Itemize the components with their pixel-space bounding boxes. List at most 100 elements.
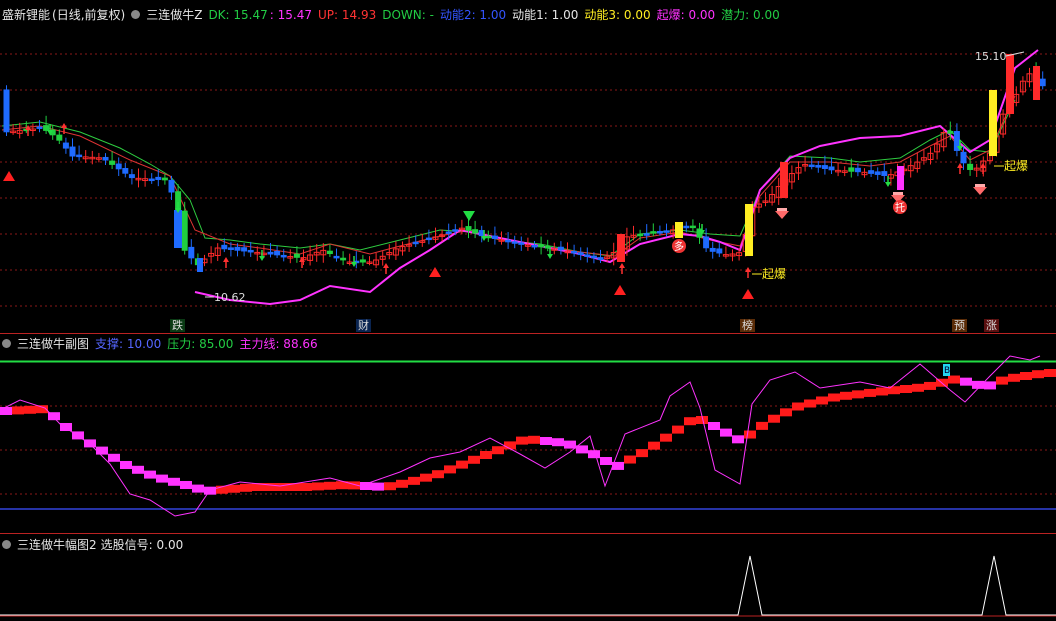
- mainline-step-bar: [192, 484, 204, 493]
- mainline-step-bar: [528, 435, 540, 444]
- magenta-signal-bar: [897, 166, 904, 190]
- main-header: 盛新锂能 (日线,前复权) 三连做牛Z DK: 15.47: 15.47 UP: 14.…: [2, 8, 786, 22]
- energy1-value: 动能1: 1.00: [512, 8, 579, 22]
- big-up-candle: [780, 162, 788, 198]
- mainline-step-bar: [744, 430, 756, 439]
- mainline-step-bar: [588, 450, 600, 459]
- candle-body: [333, 255, 340, 259]
- amp-settings-icon[interactable]: [2, 540, 11, 549]
- high-price-label: 15.10: [975, 50, 1007, 63]
- candle-body: [709, 247, 716, 252]
- mainline-step-bar: [60, 423, 72, 431]
- tag-yu: 预: [952, 319, 967, 332]
- candle-body: [56, 134, 63, 141]
- candle-body: [452, 229, 459, 232]
- candle-body: [881, 171, 888, 176]
- up-arrow-icon: [383, 263, 389, 268]
- tag-die: 跌: [170, 319, 185, 332]
- candle-body: [557, 246, 564, 251]
- mainline-step-bar: [240, 483, 252, 492]
- candle-body: [716, 248, 723, 254]
- down-arrow-icon: [259, 256, 265, 261]
- mainline-step-bar: [432, 470, 444, 479]
- dk2-value: : 15.47: [269, 8, 312, 22]
- buy-triangle: [3, 171, 15, 181]
- mainline-step-bar: [864, 388, 876, 397]
- candle-body: [234, 246, 241, 251]
- candle-body: [947, 130, 954, 134]
- buy-triangle: [614, 285, 626, 295]
- diamond-icon-top: [975, 184, 985, 187]
- candle-body: [544, 245, 551, 249]
- candle-body: [122, 168, 129, 174]
- candlestick-chart[interactable]: 多托起爆起爆15.1010.62: [0, 0, 1056, 333]
- mainline-step-bar: [984, 381, 996, 390]
- candle-body: [326, 250, 333, 255]
- sub-indicator-chart[interactable]: B: [0, 334, 1056, 532]
- candle-body: [538, 244, 545, 248]
- candle-body: [531, 244, 538, 248]
- mainline-step-bar: [1020, 372, 1032, 380]
- mainline-step-bar: [1044, 369, 1056, 377]
- candle-body: [161, 177, 168, 181]
- mainline-step-bar: [888, 386, 900, 395]
- indicator-name[interactable]: 三连做牛Z: [146, 8, 202, 22]
- amp-chart-panel[interactable]: 三连做牛幅图2 选股信号: 0.00: [0, 534, 1056, 621]
- candle-body: [128, 174, 135, 179]
- candle-body: [643, 233, 650, 236]
- mainline-step-bar: [852, 390, 864, 399]
- candle-body: [340, 257, 347, 261]
- candle-body: [69, 146, 76, 157]
- mainline-step-bar: [444, 465, 456, 474]
- mainline-value: 主力线: 88.66: [239, 337, 318, 351]
- mainline-step-bar: [168, 477, 180, 486]
- amp-title[interactable]: 三连做牛幅图2: [17, 538, 97, 552]
- candle-body: [518, 242, 525, 245]
- period-label: (日线,前复权): [52, 8, 126, 22]
- candle-body: [36, 126, 43, 129]
- indicator-settings-icon[interactable]: [131, 10, 141, 19]
- qibao-label: 起爆: [762, 267, 786, 281]
- sub-title[interactable]: 三连做牛副图: [17, 337, 89, 351]
- mainline-step-bar: [960, 377, 972, 386]
- candle-body: [815, 165, 822, 168]
- mainline-step-bar: [540, 437, 552, 445]
- sub-chart-panel[interactable]: B 三连做牛副图 支撑: 10.00 压力: 85.00 主力线: 88.66: [0, 334, 1056, 532]
- mainline-step-bar: [828, 393, 840, 402]
- candle-body: [663, 230, 670, 233]
- mainline-step-bar: [756, 421, 768, 430]
- mainline-step-bar: [396, 479, 408, 488]
- sub-header: 三连做牛副图 支撑: 10.00 压力: 85.00 主力线: 88.66: [2, 337, 324, 351]
- candle-body: [445, 231, 452, 234]
- mainline-step-bar: [312, 482, 324, 491]
- candle-body: [412, 241, 419, 245]
- mainline-step-bar: [600, 457, 612, 465]
- mainline-step-bar: [132, 465, 144, 474]
- big-up-candle: [1006, 54, 1014, 114]
- red-trend-line: [1, 95, 1016, 257]
- candle-body: [656, 231, 663, 234]
- mainline-step-bar: [480, 451, 492, 459]
- candle-body: [491, 235, 498, 239]
- candle-body: [43, 125, 50, 131]
- candle-body: [109, 160, 116, 165]
- mainline-step-bar: [876, 387, 888, 396]
- tag-zhang: 涨: [984, 319, 999, 332]
- yellow-signal-bar: [745, 204, 753, 256]
- sell-triangle: [463, 211, 475, 221]
- big-down-candle: [174, 210, 182, 248]
- sub-settings-icon[interactable]: [2, 339, 11, 348]
- candle-body: [76, 154, 83, 158]
- candle-body: [155, 176, 162, 180]
- mainline-step-bar: [300, 483, 312, 491]
- mainline-step-bar: [144, 470, 156, 479]
- main-chart-panel[interactable]: 多托起爆 起爆 15.10 10.62 盛新锂能 (日线,前复权) 三连做牛Z DK: 15…: [0, 0, 1056, 333]
- mainline-step-bar: [96, 446, 108, 455]
- qibao-label: 起爆: [1004, 159, 1028, 173]
- pressure-value: 压力: 85.00: [167, 337, 234, 351]
- up-value: UP: 14.93: [317, 8, 377, 22]
- candle-body: [584, 254, 591, 257]
- candle-body: [3, 89, 10, 133]
- mainline-step-bar: [1032, 370, 1044, 379]
- candle-body: [683, 225, 690, 229]
